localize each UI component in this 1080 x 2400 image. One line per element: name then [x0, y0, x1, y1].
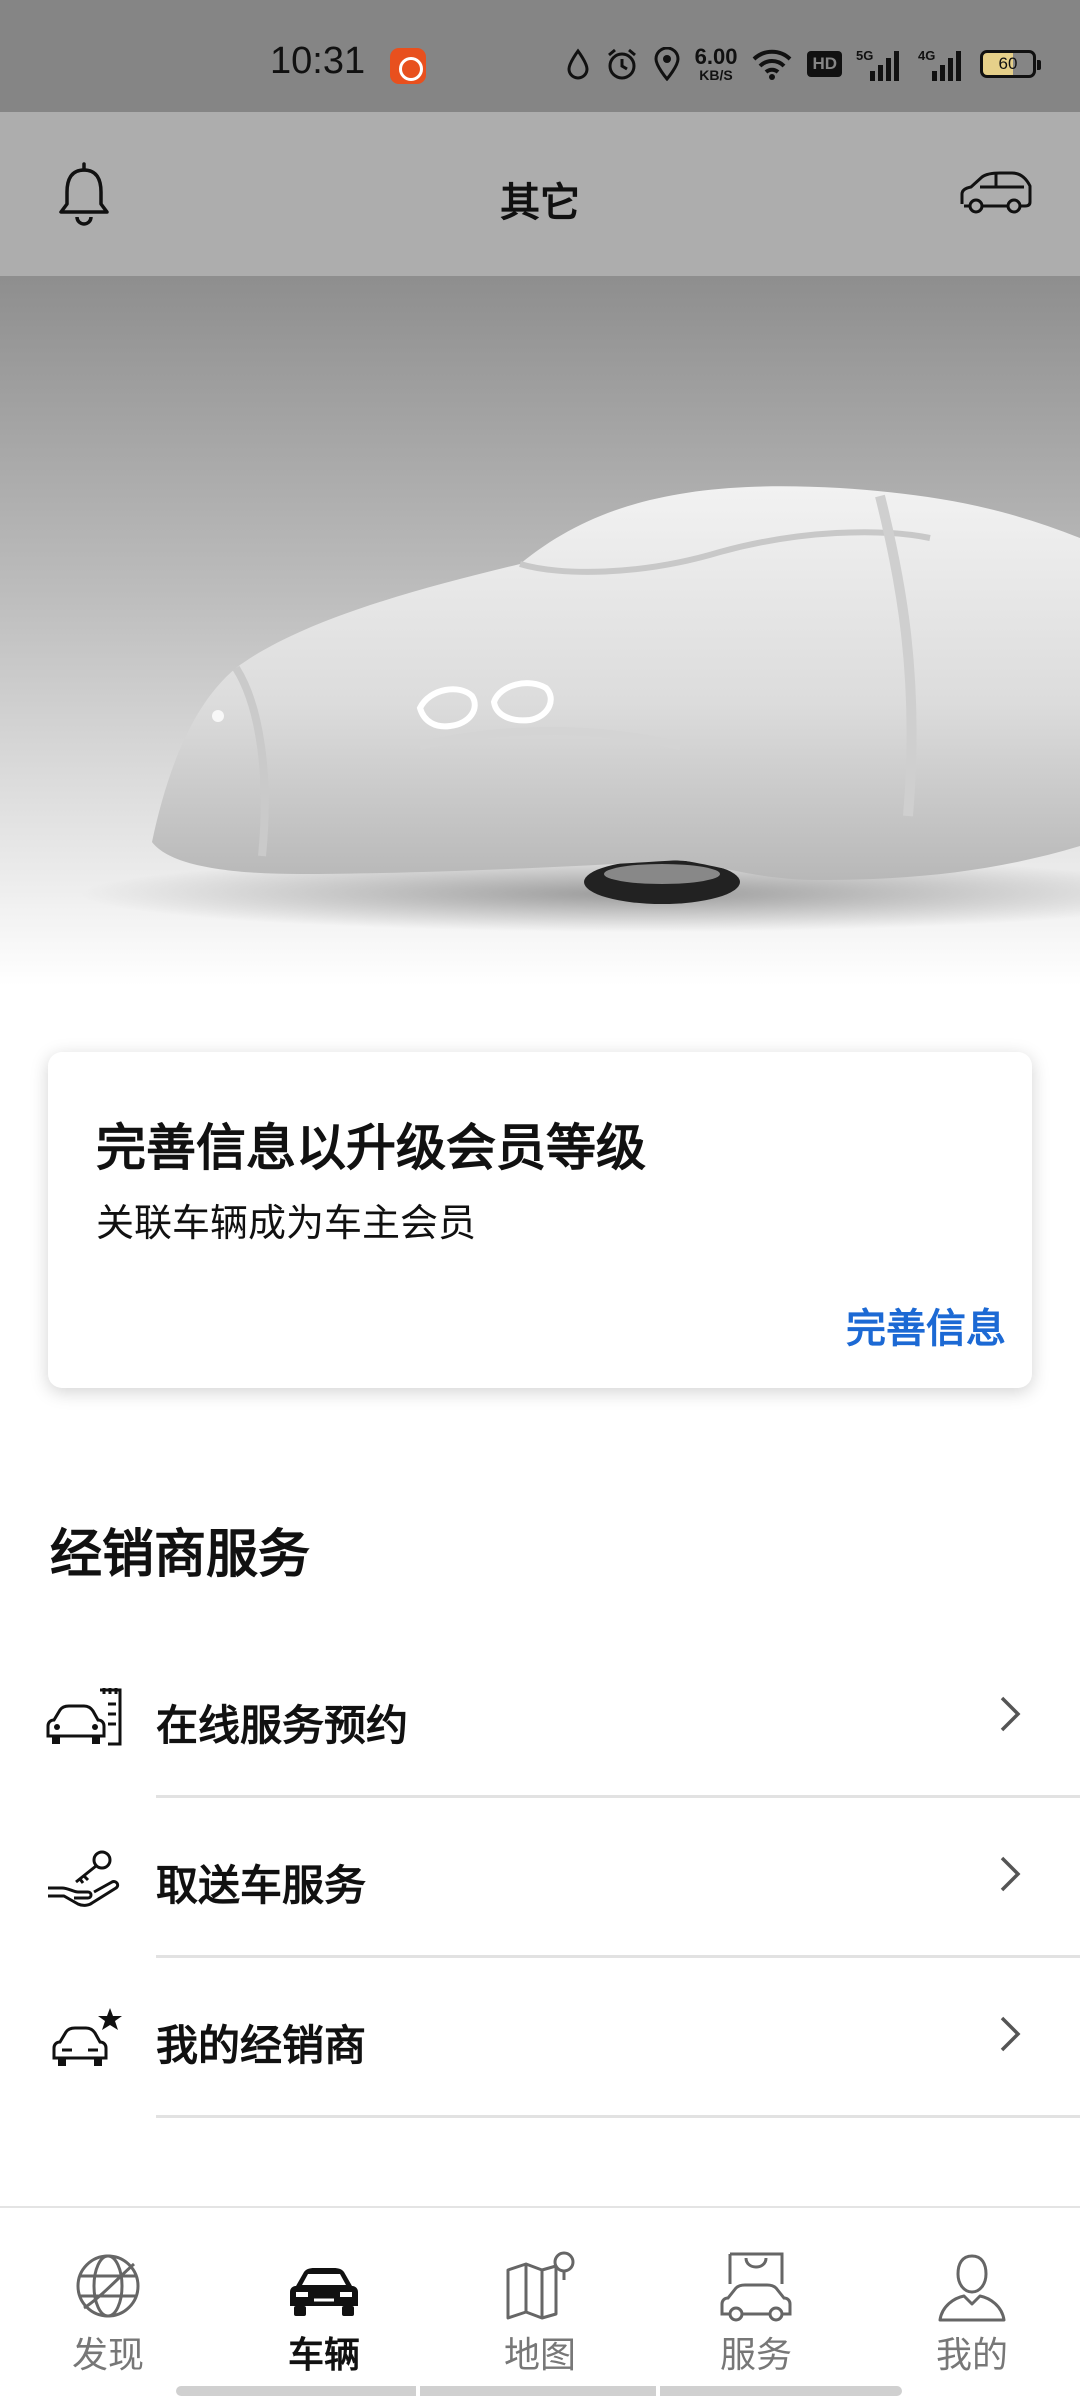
battery-icon: 60 — [980, 50, 1041, 78]
service-item-online-booking[interactable]: 在线服务预约 — [0, 1640, 1080, 1798]
service-booking-icon — [46, 1688, 122, 1746]
member-upgrade-card: 完善信息以升级会员等级 关联车辆成为车主会员 完善信息 — [48, 1052, 1032, 1388]
nav-label: 发现 — [71, 2335, 144, 2376]
status-icons: 6.00 KB/S HD 5G 4G 60 — [565, 44, 1041, 84]
divider — [156, 2115, 1080, 2118]
nav-label: 服务 — [719, 2335, 792, 2376]
car-switch-icon[interactable] — [958, 168, 1034, 218]
map-icon — [506, 2251, 575, 2320]
hero-car-image — [0, 276, 1080, 986]
service-item-pickup-delivery[interactable]: 取送车服务 — [0, 1800, 1080, 1958]
car-icon — [290, 2268, 358, 2316]
hd-badge: HD — [807, 51, 842, 77]
nav-tab-discover[interactable]: 发现 — [0, 2208, 216, 2388]
signal-4g-label: 4G — [918, 48, 935, 63]
nav-label: 地图 — [503, 2335, 576, 2376]
globe-icon — [76, 2254, 140, 2318]
signal-5g-icon: 5G — [856, 48, 899, 81]
net-speed: 6.00 KB/S — [694, 44, 738, 83]
wifi-icon — [753, 49, 792, 80]
nav-label: 我的 — [935, 2335, 1008, 2376]
nav-tab-me[interactable]: 我的 — [864, 2208, 1080, 2388]
divider — [156, 1795, 1080, 1798]
signal-4g-icon: 4G — [918, 48, 961, 81]
nav-label: 车辆 — [287, 2335, 360, 2376]
service-item-label: 我的经销商 — [156, 2021, 367, 2070]
bottom-nav: 发现 车辆 地图 服务 我的 — [0, 2206, 1080, 2400]
complete-info-link[interactable]: 完善信息 — [846, 1296, 1006, 1354]
covered-car-illustration — [80, 486, 1080, 932]
dealer-services-title: 经销商服务 — [50, 1525, 311, 1585]
status-time: 10:31 — [270, 40, 366, 82]
chevron-right-icon — [1000, 1856, 1021, 1892]
app-notification-icon — [390, 48, 426, 84]
user-icon — [938, 2254, 1006, 2322]
nav-tab-service[interactable]: 服务 — [648, 2208, 864, 2388]
chevron-right-icon — [1000, 2016, 1021, 2052]
my-dealer-icon — [52, 2008, 122, 2066]
nav-tab-map[interactable]: 地图 — [432, 2208, 648, 2388]
location-icon — [654, 47, 680, 81]
service-item-my-dealer[interactable]: 我的经销商 — [0, 1960, 1080, 2118]
service-bag-icon — [720, 2252, 792, 2322]
chevron-right-icon — [1000, 1696, 1021, 1732]
page-title: 其它 — [500, 180, 580, 226]
drop-icon — [567, 48, 589, 80]
card-title: 完善信息以升级会员等级 — [96, 1119, 646, 1177]
battery-level: 60 — [998, 54, 1018, 73]
home-indicator[interactable] — [176, 2386, 902, 2396]
alarm-icon — [607, 48, 636, 80]
card-subtitle: 关联车辆成为车主会员 — [96, 1201, 477, 1245]
nav-tab-vehicle[interactable]: 车辆 — [216, 2208, 432, 2388]
service-item-label: 取送车服务 — [156, 1861, 367, 1910]
service-item-label: 在线服务预约 — [156, 1701, 409, 1750]
signal-5g-label: 5G — [856, 48, 873, 63]
divider — [156, 1955, 1080, 1958]
status-bar: 10:31 6.00 KB/S HD 5G 4G 60 — [0, 0, 1080, 112]
pickup-delivery-icon — [48, 1850, 120, 1907]
